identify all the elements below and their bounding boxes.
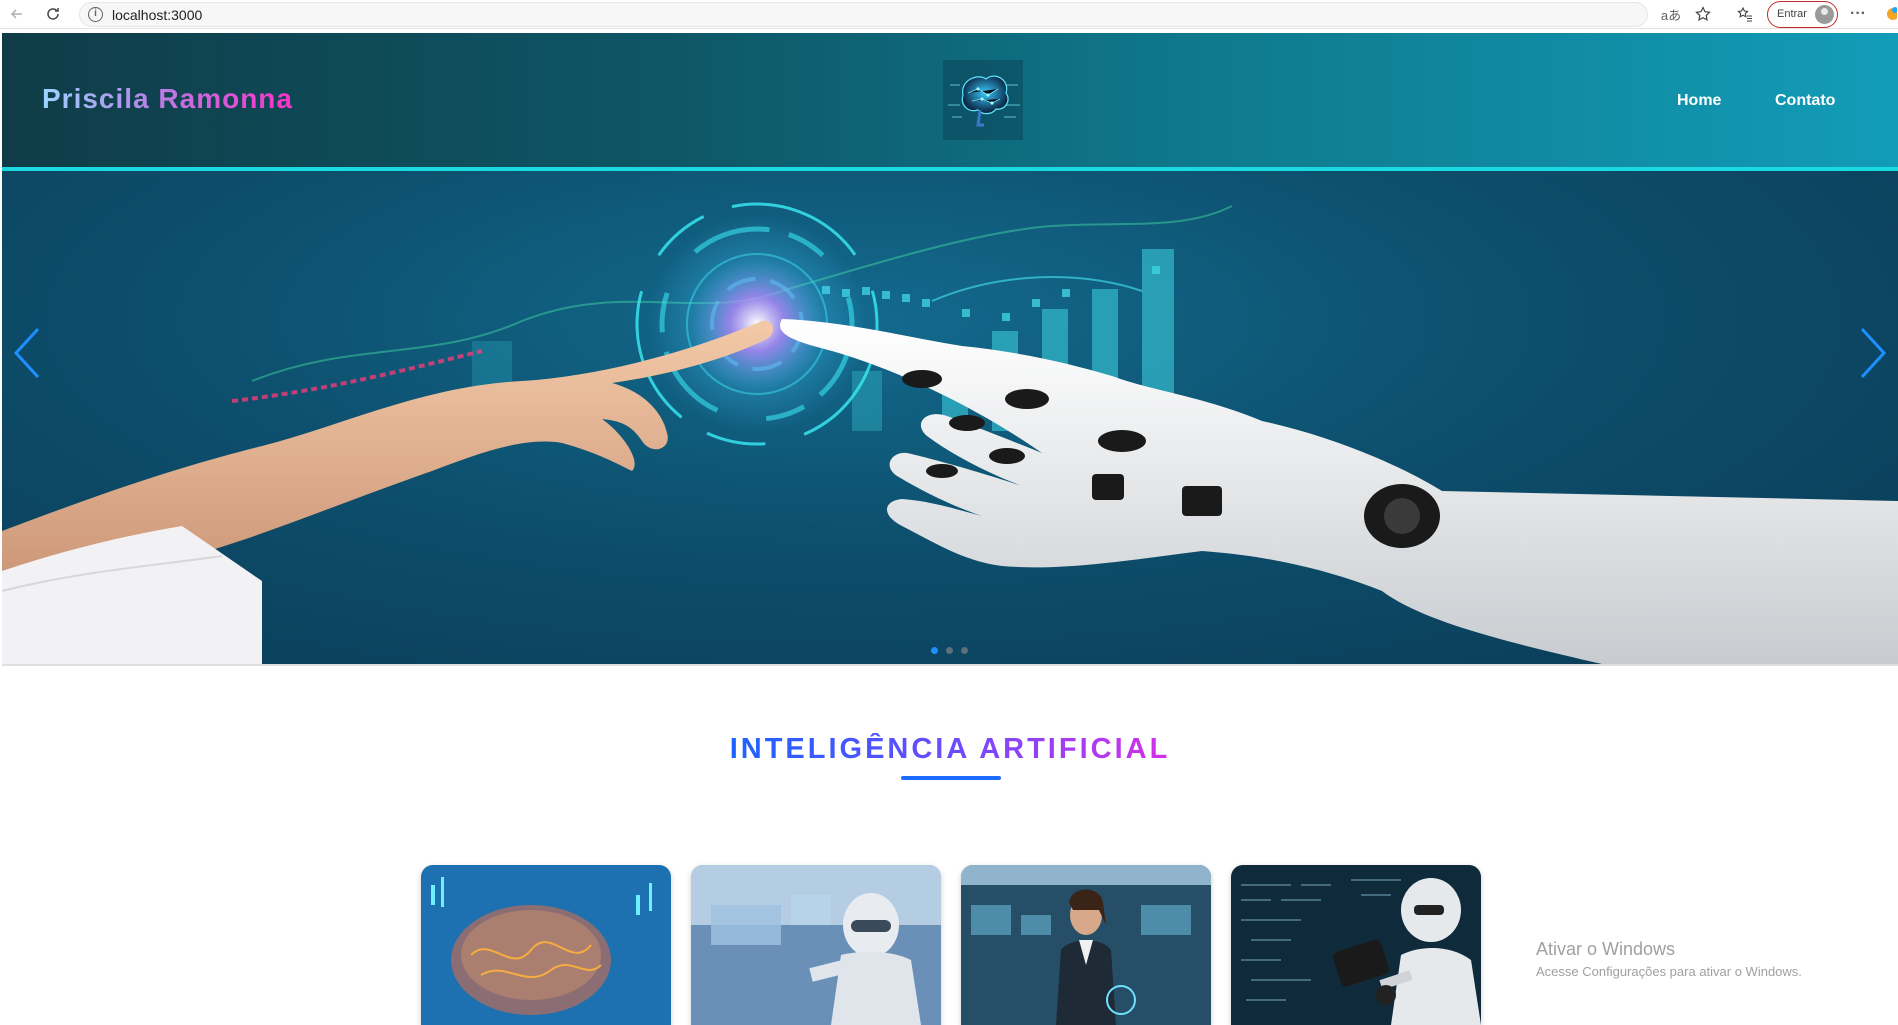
divider	[2, 664, 1898, 666]
more-icon[interactable]: ···	[1847, 3, 1869, 25]
article-card-math-robot[interactable]	[1231, 865, 1481, 1025]
signin-label: Entrar	[1777, 8, 1807, 20]
reload-icon[interactable]	[42, 3, 64, 25]
back-arrow-icon[interactable]	[6, 3, 28, 25]
carousel-indicators	[931, 647, 968, 654]
article-card-robot[interactable]	[691, 865, 941, 1025]
nav-home-link[interactable]: Home	[1677, 92, 1721, 110]
browser-toolbar: i localhost:3000 aあ Entrar ···	[0, 0, 1898, 29]
address-bar[interactable]: i localhost:3000	[79, 2, 1648, 27]
article-card-office[interactable]	[961, 865, 1211, 1025]
site-info-icon[interactable]: i	[88, 7, 103, 22]
nav-contact-link[interactable]: Contato	[1775, 92, 1835, 110]
carousel-dot[interactable]	[931, 647, 938, 654]
brain-logo-icon[interactable]	[938, 55, 1028, 145]
article-card-brain[interactable]	[421, 865, 671, 1025]
hero-image	[2, 202, 1898, 664]
carousel-next-chevron-icon[interactable]	[1852, 323, 1892, 383]
carousel-prev-chevron-icon[interactable]	[8, 323, 48, 383]
avatar-icon	[1815, 5, 1834, 24]
carousel-dot[interactable]	[961, 647, 968, 654]
star-icon[interactable]	[1692, 3, 1714, 25]
brain-image	[421, 865, 671, 1025]
section-title-text: INTELIGÊNCIA ARTIFICIAL	[729, 733, 1171, 765]
office-image	[961, 865, 1211, 1025]
section-title: INTELIGÊNCIA ARTIFICIAL	[2, 733, 1898, 766]
favorites-icon[interactable]	[1734, 3, 1756, 25]
carousel-dot[interactable]	[946, 647, 953, 654]
robot-image	[691, 865, 941, 1025]
url-text: localhost:3000	[112, 7, 203, 23]
windows-activation-subtitle: Acesse Configurações para ativar o Windo…	[1536, 964, 1802, 979]
math-robot-image	[1231, 865, 1481, 1025]
page: Priscila Ramonna Home Contato INTELIGÊNC…	[2, 33, 1898, 1025]
section-title-underline	[901, 776, 1001, 780]
signin-button[interactable]: Entrar	[1767, 1, 1838, 28]
windows-activation-title: Ativar o Windows	[1536, 939, 1676, 959]
translate-icon[interactable]: aあ	[1660, 3, 1682, 25]
hero-carousel[interactable]	[2, 171, 1898, 664]
site-header: Priscila Ramonna Home Contato	[2, 33, 1898, 167]
copilot-icon[interactable]	[1878, 3, 1898, 25]
site-title[interactable]: Priscila Ramonna	[42, 83, 293, 115]
